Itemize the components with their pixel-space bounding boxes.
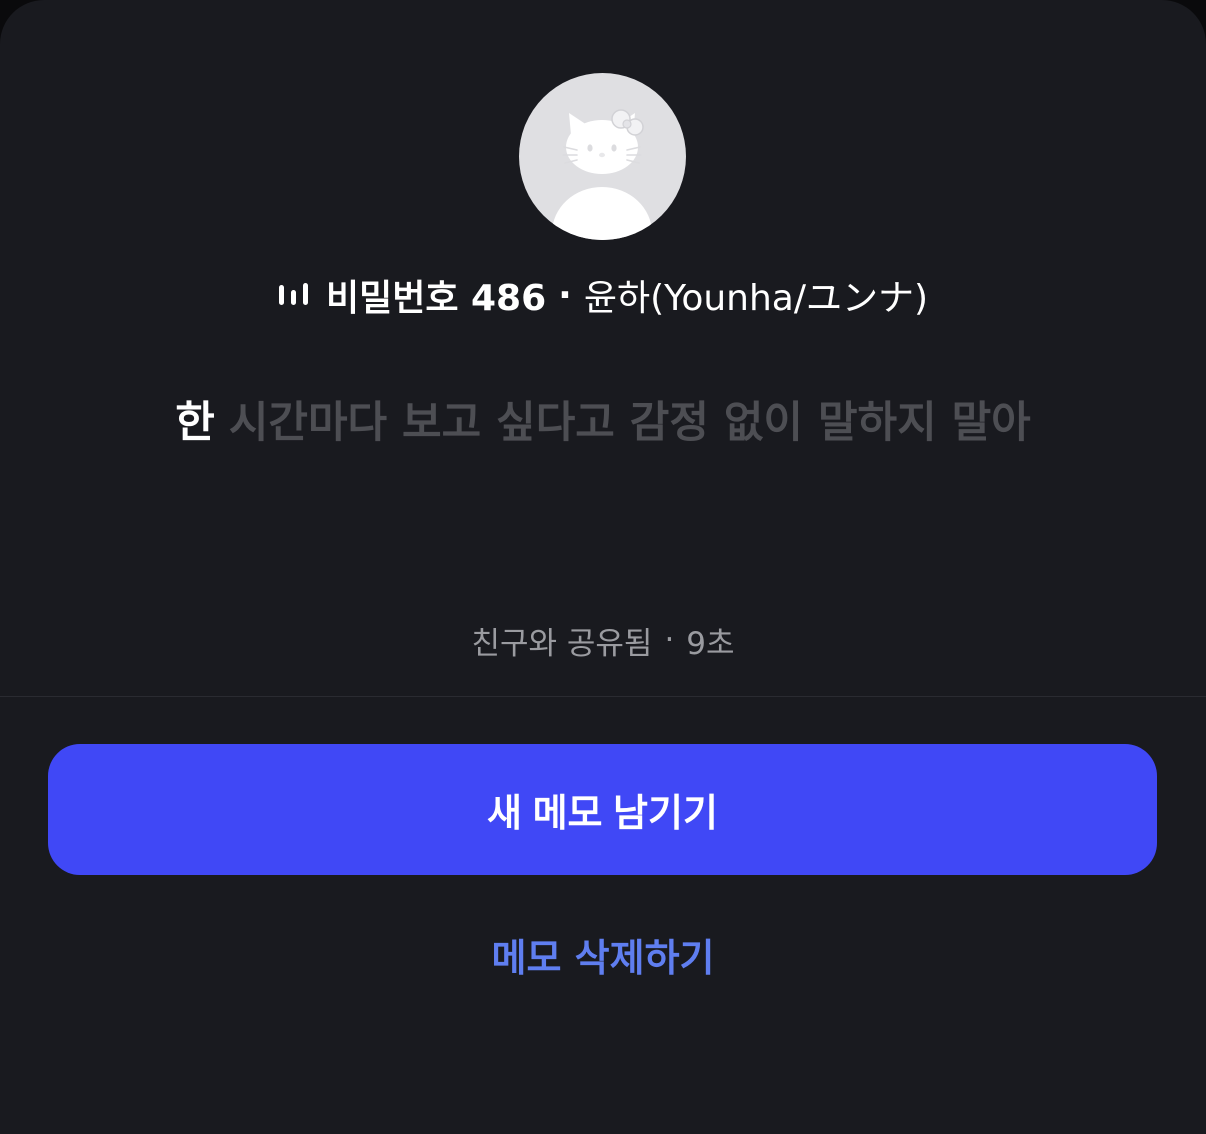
separator-dot: · bbox=[558, 274, 572, 316]
lyric-upcoming-text: 시간마다 보고 싶다고 감정 없이 말하지 말아 bbox=[228, 398, 1031, 448]
profile-character-icon bbox=[552, 109, 652, 240]
lyrics-line: 한 시간마다 보고 싶다고 감정 없이 말하지 말아 bbox=[0, 388, 1206, 450]
now-playing-row[interactable]: 비밀번호 486 · 윤하(Younha/ユンナ) bbox=[0, 268, 1206, 322]
separator-dot: · bbox=[664, 622, 675, 658]
lyric-active-text: 한 bbox=[175, 398, 215, 448]
divider bbox=[0, 696, 1206, 697]
memo-sheet: 비밀번호 486 · 윤하(Younha/ユンナ) 한 시간마다 보고 싶다고 … bbox=[0, 0, 1206, 1134]
delete-memo-button[interactable]: 메모 삭제하기 bbox=[0, 924, 1206, 984]
equalizer-icon bbox=[278, 282, 310, 308]
avatar[interactable] bbox=[519, 73, 686, 240]
shared-with-label: 친구와 공유됨 bbox=[471, 625, 653, 662]
artist-name: 윤하(Younha/ユンナ) bbox=[583, 278, 929, 319]
song-title: 비밀번호 486 bbox=[325, 278, 547, 319]
new-memo-button[interactable]: 새 메모 남기기 bbox=[48, 744, 1157, 875]
time-ago: 9초 bbox=[686, 625, 735, 662]
share-status: 친구와 공유됨 · 9초 bbox=[0, 618, 1206, 662]
